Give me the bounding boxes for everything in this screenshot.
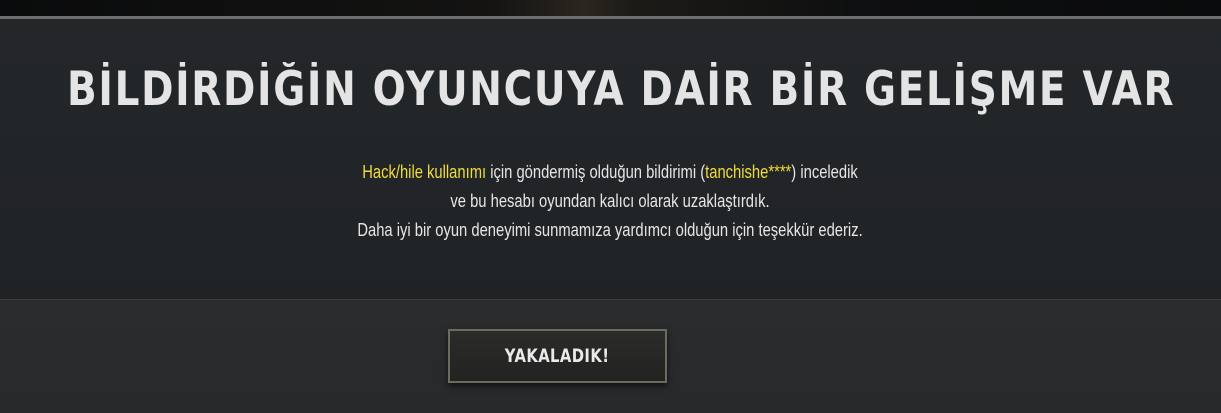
acknowledge-button-label: YAKALADIK! bbox=[505, 345, 610, 367]
report-result-dialog: BİLDİRDİĞİN OYUNCUYA DAİR BİR GELİŞME VA… bbox=[0, 19, 1221, 299]
message-line-1-mid: için göndermiş olduğun bildirimi ( bbox=[486, 162, 706, 182]
violation-type: Hack/hile kullanımı bbox=[362, 162, 487, 182]
game-screen: BİLDİRDİĞİN OYUNCUYA DAİR BİR GELİŞME VA… bbox=[0, 0, 1221, 413]
reported-player-name: tanchishe**** bbox=[705, 162, 792, 182]
acknowledge-button[interactable]: YAKALADIK! bbox=[448, 329, 667, 383]
dialog-message: Hack/hile kullanımı için göndermiş olduğ… bbox=[241, 158, 979, 245]
message-line-2: ve bu hesabı oyundan kalıcı olarak uzakl… bbox=[450, 191, 770, 211]
message-line-3: Daha iyi bir oyun deneyimi sunmamıza yar… bbox=[357, 220, 863, 240]
background-scene bbox=[0, 0, 1221, 16]
dialog-title: BİLDİRDİĞİN OYUNCUYA DAİR BİR GELİŞME VA… bbox=[67, 62, 1176, 117]
message-line-1-end: ) inceledik bbox=[791, 162, 858, 182]
message-line-1: Hack/hile kullanımı için göndermiş olduğ… bbox=[241, 158, 979, 187]
